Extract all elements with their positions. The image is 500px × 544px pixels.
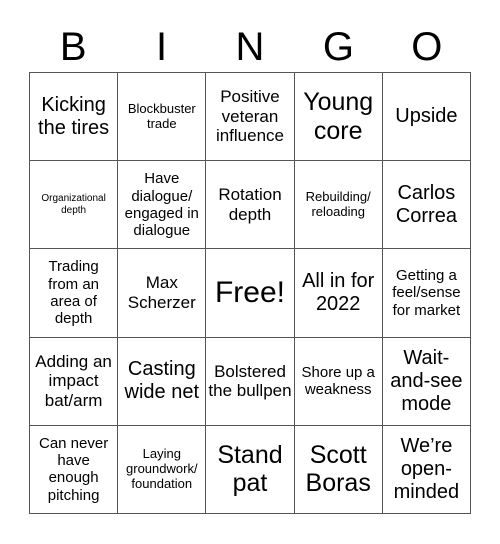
bingo-cell-text: Rotation depth xyxy=(218,185,282,224)
bingo-cell-text: Stand pat xyxy=(217,440,283,498)
bingo-cell-text: Carlos Correa xyxy=(395,181,457,227)
bingo-cell-text: Young core xyxy=(303,87,374,145)
header-letter-o: O xyxy=(411,25,443,69)
bingo-cell-text: Getting a feel/sense for market xyxy=(392,267,461,319)
bingo-cell-text: Casting wide net xyxy=(124,358,200,404)
header-letter-g: G xyxy=(322,25,354,69)
bingo-cell[interactable]: Can never have enough pitching xyxy=(30,425,119,514)
bingo-cell-text: Adding an impact bat/arm xyxy=(35,351,112,410)
bingo-cell[interactable]: Shore up a weakness xyxy=(294,337,383,426)
header-letter-i: I xyxy=(156,25,168,69)
bingo-cell[interactable]: Stand pat xyxy=(206,425,295,514)
bingo-cell-text: Max Scherzer xyxy=(127,273,196,312)
bingo-cell-text: Upside xyxy=(395,105,458,128)
bingo-cell[interactable]: Bolstered the bullpen xyxy=(206,337,295,426)
bingo-cell[interactable]: Laying groundwork/ foundation xyxy=(118,425,207,514)
bingo-cell[interactable]: All in for 2022 xyxy=(294,249,383,338)
bingo-cell-text: Wait-and-see mode xyxy=(390,346,463,415)
bingo-cell[interactable]: Have dialogue/ engaged in dialogue xyxy=(118,161,207,250)
bingo-cell[interactable]: Blockbuster trade xyxy=(118,73,207,162)
bingo-cell-text: Scott Boras xyxy=(305,440,371,498)
bingo-cell-text: Shore up a weakness xyxy=(301,363,375,399)
bingo-cell[interactable]: Trading from an area of depth xyxy=(30,249,119,338)
bingo-cell[interactable]: We’re open-minded xyxy=(382,425,471,514)
bingo-grid: Kicking the tires Blockbuster trade Positi… xyxy=(29,72,471,514)
bingo-cell-text: Free! xyxy=(214,275,285,309)
bingo-cell-text: We’re open-minded xyxy=(393,434,460,503)
bingo-cell-text: Blockbuster trade xyxy=(127,100,196,131)
bingo-cell[interactable]: Max Scherzer xyxy=(118,249,207,338)
bingo-cell[interactable]: Upside xyxy=(382,73,471,162)
bingo-cell[interactable]: Rotation depth xyxy=(206,161,295,250)
bingo-cell-text: Positive veteran influence xyxy=(215,87,285,146)
bingo-cell-free[interactable]: Free! xyxy=(206,249,295,338)
bingo-cell[interactable]: Scott Boras xyxy=(294,425,383,514)
bingo-header: B I N G O xyxy=(29,22,471,72)
bingo-cell[interactable]: Positive veteran influence xyxy=(206,73,295,162)
bingo-cell[interactable]: Casting wide net xyxy=(118,337,207,426)
bingo-cell[interactable]: Wait-and-see mode xyxy=(382,337,471,426)
bingo-cell-text: Have dialogue/ engaged in dialogue xyxy=(124,170,199,240)
bingo-cell-text: Organizational depth xyxy=(41,193,106,216)
bingo-cell-text: Rebuilding/ reloading xyxy=(305,188,371,219)
bingo-cell[interactable]: Rebuilding/ reloading xyxy=(294,161,383,250)
bingo-cell[interactable]: Adding an impact bat/arm xyxy=(30,337,119,426)
bingo-cell-text: Kicking the tires xyxy=(38,93,110,139)
bingo-cell[interactable]: Kicking the tires xyxy=(30,73,119,162)
bingo-cell[interactable]: Organizational depth xyxy=(30,161,119,250)
bingo-cell[interactable]: Carlos Correa xyxy=(382,161,471,250)
bingo-cell-text: Bolstered the bullpen xyxy=(208,361,292,401)
bingo-cell-text: Laying groundwork/ foundation xyxy=(126,445,198,491)
header-letter-n: N xyxy=(235,25,265,69)
bingo-cell-text: Can never have enough pitching xyxy=(38,434,109,504)
bingo-cell[interactable]: Getting a feel/sense for market xyxy=(382,249,471,338)
bingo-cell[interactable]: Young core xyxy=(294,73,383,162)
bingo-cell-text: All in for 2022 xyxy=(302,269,375,315)
bingo-cell-text: Trading from an area of depth xyxy=(48,258,100,328)
header-letter-b: B xyxy=(59,25,87,69)
